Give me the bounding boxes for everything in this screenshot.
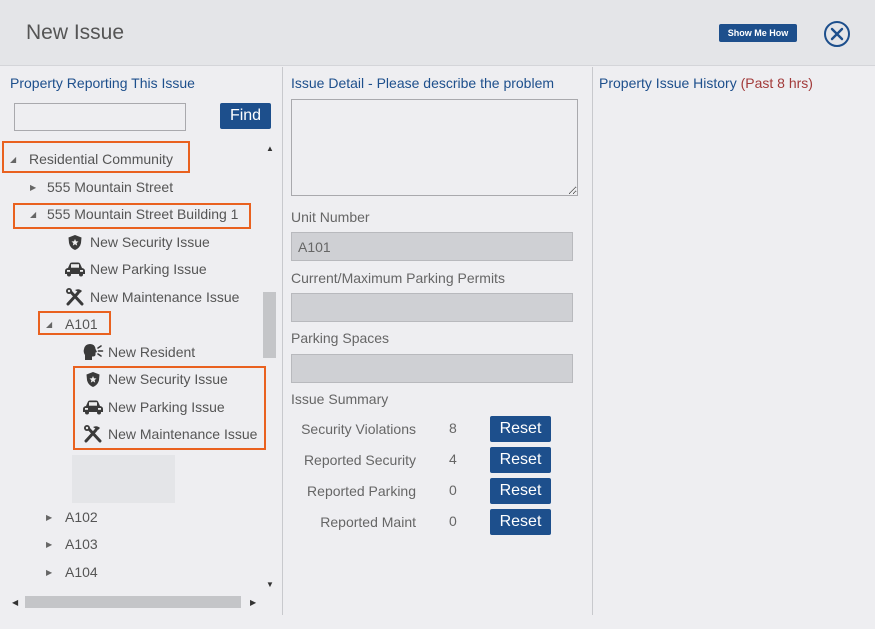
show-me-how-button[interactable]: Show Me How xyxy=(719,24,797,42)
close-button[interactable] xyxy=(824,21,850,47)
summary-row-value: 4 xyxy=(449,451,457,467)
scroll-down-icon[interactable]: ▼ xyxy=(266,580,274,589)
unit-number-label: Unit Number xyxy=(291,209,370,225)
history-heading: Property Issue History (Past 8 hrs) xyxy=(599,75,813,91)
summary-row-value: 0 xyxy=(449,513,457,529)
scroll-left-icon[interactable]: ◀ xyxy=(12,598,18,607)
scroll-up-icon[interactable]: ▲ xyxy=(266,144,274,153)
tree-node-a102[interactable]: ▶ A102 xyxy=(46,506,98,528)
unit-number-field: A101 xyxy=(291,232,573,261)
tools-icon xyxy=(64,288,86,306)
highlight-box xyxy=(13,203,251,229)
tree-node-building-new-parking[interactable]: New Parking Issue xyxy=(64,258,207,280)
expand-arrow-icon[interactable]: ▶ xyxy=(30,183,42,192)
summary-row-label: Reported Parking xyxy=(307,483,416,499)
history-timeframe: (Past 8 hrs) xyxy=(740,75,813,91)
parking-spaces-field xyxy=(291,354,573,383)
expand-arrow-icon[interactable]: ▶ xyxy=(46,568,58,577)
summary-row-label: Reported Maint xyxy=(320,514,416,530)
tree-node-new-resident[interactable]: New Resident xyxy=(82,341,195,363)
parking-permits-field xyxy=(291,293,573,322)
column-divider xyxy=(282,67,283,615)
blurred-region xyxy=(72,455,175,503)
close-icon xyxy=(830,27,844,41)
summary-row-value: 8 xyxy=(449,420,457,436)
reset-reported-security-button[interactable]: Reset xyxy=(490,447,551,473)
resident-icon xyxy=(82,343,104,361)
find-button[interactable]: Find xyxy=(220,103,271,129)
reset-security-violations-button[interactable]: Reset xyxy=(490,416,551,442)
highlight-box xyxy=(38,311,111,335)
scroll-right-icon[interactable]: ▶ xyxy=(250,598,256,607)
column-divider xyxy=(592,67,593,615)
shield-icon xyxy=(64,233,86,251)
dialog-header: New Issue Show Me How xyxy=(0,0,875,66)
expand-arrow-icon[interactable]: ▶ xyxy=(46,540,58,549)
reset-reported-parking-button[interactable]: Reset xyxy=(490,478,551,504)
property-heading: Property Reporting This Issue xyxy=(10,75,195,91)
dialog-title: New Issue xyxy=(26,21,125,44)
summary-row-label: Security Violations xyxy=(301,421,416,437)
summary-row-label: Reported Security xyxy=(303,452,416,468)
issue-detail-heading: Issue Detail - Please describe the probl… xyxy=(291,75,555,91)
tree-node-street[interactable]: ▶ 555 Mountain Street xyxy=(30,176,173,198)
tree-node-a104[interactable]: ▶ A104 xyxy=(46,561,98,583)
property-search-input[interactable] xyxy=(14,103,186,131)
horizontal-scroll-thumb[interactable] xyxy=(25,596,241,608)
issue-description-textarea[interactable] xyxy=(291,99,578,196)
expand-arrow-icon[interactable]: ▶ xyxy=(46,513,58,522)
highlight-box xyxy=(2,141,190,173)
car-icon xyxy=(64,260,86,278)
issue-summary-label: Issue Summary xyxy=(291,391,389,407)
vertical-scroll-thumb[interactable] xyxy=(263,292,276,358)
tree-vertical-scrollbar[interactable] xyxy=(262,140,277,592)
parking-spaces-label: Parking Spaces xyxy=(291,330,390,346)
tree-node-building-new-maintenance[interactable]: New Maintenance Issue xyxy=(64,286,239,308)
tree-node-a103[interactable]: ▶ A103 xyxy=(46,533,98,555)
reset-reported-maint-button[interactable]: Reset xyxy=(490,509,551,535)
parking-permits-label: Current/Maximum Parking Permits xyxy=(291,270,505,286)
highlight-box xyxy=(73,366,266,450)
tree-node-building-new-security[interactable]: New Security Issue xyxy=(64,231,210,253)
summary-row-value: 0 xyxy=(449,482,457,498)
